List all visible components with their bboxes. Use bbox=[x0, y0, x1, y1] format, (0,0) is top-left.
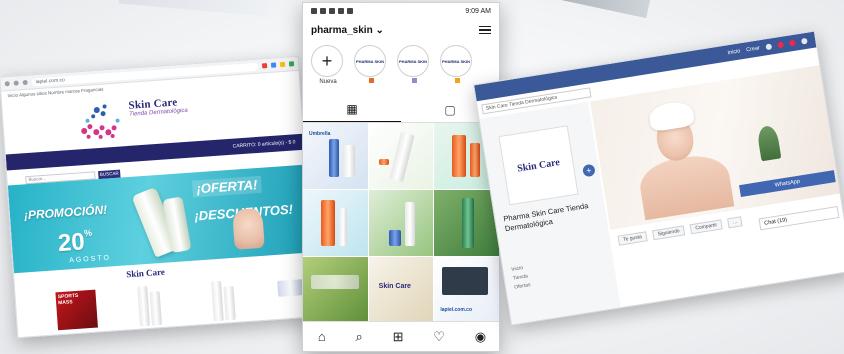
model-face-image bbox=[232, 207, 265, 250]
story-badge-icon bbox=[454, 78, 460, 83]
heart-icon[interactable]: ♡ bbox=[433, 329, 445, 345]
back-icon[interactable] bbox=[4, 81, 10, 87]
sidebar-links: Inicio Tienda Ofertas bbox=[511, 263, 531, 292]
reload-icon[interactable] bbox=[22, 79, 28, 86]
story-highlight[interactable]: PHARMA SKIN bbox=[354, 45, 388, 89]
status-bar: 9:09 AM bbox=[303, 3, 499, 19]
notification-icons bbox=[311, 8, 353, 14]
product-row: SPORTS MASS bbox=[15, 270, 317, 338]
extension-icon[interactable] bbox=[261, 63, 268, 69]
posts-grid: Umbrella Skin Care lapiel.com.co bbox=[303, 123, 499, 323]
story-badge-icon bbox=[368, 78, 374, 83]
notifications-icon[interactable] bbox=[789, 39, 796, 47]
plant-image bbox=[756, 124, 782, 162]
story-avatar: PHARMA SKIN bbox=[397, 45, 429, 77]
like-button[interactable]: Te gusta bbox=[617, 231, 648, 246]
product-card[interactable] bbox=[223, 285, 236, 321]
story-highlight[interactable]: PHARMA SKIN bbox=[397, 45, 431, 89]
add-icon[interactable]: ⊞ bbox=[393, 329, 404, 345]
post-tile[interactable] bbox=[434, 190, 499, 256]
topbar-link[interactable]: Inicio bbox=[727, 48, 741, 56]
profile-username[interactable]: pharma_skin ⌄ bbox=[311, 25, 384, 36]
product-card[interactable] bbox=[149, 291, 162, 326]
plus-icon: + bbox=[311, 45, 343, 77]
messages-icon[interactable] bbox=[777, 41, 785, 49]
more-button[interactable]: ... bbox=[727, 216, 743, 229]
extension-icon[interactable] bbox=[270, 62, 277, 68]
discount-percent: 20% bbox=[57, 227, 93, 258]
grid-tab[interactable]: ▦ bbox=[303, 97, 401, 122]
friends-icon[interactable] bbox=[765, 43, 773, 51]
profile-header: pharma_skin ⌄ bbox=[303, 19, 499, 41]
story-label: Nueva bbox=[319, 79, 337, 85]
offer-text: ¡OFERTA! bbox=[191, 175, 262, 198]
background-card-top-left bbox=[118, 0, 272, 17]
share-button[interactable]: Compartir bbox=[689, 219, 723, 235]
post-tile[interactable]: Skin Care bbox=[368, 257, 434, 323]
home-icon[interactable]: ⌂ bbox=[318, 329, 326, 344]
following-button[interactable]: Siguiendo bbox=[651, 225, 686, 241]
flower-logo-icon bbox=[81, 104, 120, 139]
page-name: Pharma Skin Care Tienda Dermatológica bbox=[502, 201, 589, 234]
help-icon[interactable] bbox=[800, 37, 808, 45]
extension-icon[interactable] bbox=[279, 61, 286, 68]
status-time: 9:09 AM bbox=[465, 7, 491, 15]
background-card-top-right bbox=[548, 0, 652, 19]
post-tile[interactable] bbox=[368, 123, 434, 189]
instagram-phone-screenshot: 9:09 AM pharma_skin ⌄ + Nueva PHARMA SKI… bbox=[302, 2, 500, 352]
tagged-icon: ▢ bbox=[444, 102, 456, 117]
sidebar-item-offers[interactable]: Ofertas bbox=[514, 281, 532, 292]
topbar-link[interactable]: Crear bbox=[746, 45, 761, 53]
model-image bbox=[636, 150, 735, 221]
profile-icon[interactable]: ◉ bbox=[475, 329, 486, 345]
brand-name-repeat: Skin Care bbox=[125, 266, 166, 280]
story-highlight[interactable]: PHARMA SKIN bbox=[440, 45, 474, 89]
extension-icon[interactable] bbox=[288, 61, 295, 67]
post-tile[interactable] bbox=[368, 190, 434, 256]
website-screenshot: lapiel.com.co Inicio Algunos sitios Nomb… bbox=[0, 55, 317, 339]
site-logo[interactable]: Skin Care Tienda Dermatológica bbox=[128, 94, 219, 117]
promo-text: ¡PROMOCIÓN! bbox=[23, 202, 108, 223]
new-highlight[interactable]: + Nueva bbox=[311, 45, 345, 89]
post-tile[interactable]: lapiel.com.co bbox=[434, 257, 499, 323]
product-card[interactable] bbox=[277, 279, 305, 297]
product-card[interactable] bbox=[137, 285, 150, 327]
post-tile[interactable]: Umbrella bbox=[303, 123, 368, 189]
story-avatar: PHARMA SKIN bbox=[440, 45, 472, 77]
forward-icon[interactable] bbox=[13, 80, 19, 86]
promo-month: AGOSTO bbox=[68, 254, 112, 265]
story-avatar: PHARMA SKIN bbox=[354, 45, 386, 77]
product-card[interactable] bbox=[211, 280, 224, 322]
post-tile[interactable] bbox=[303, 190, 368, 256]
grid-icon: ▦ bbox=[346, 102, 358, 116]
page-profile-picture[interactable]: Skin Care bbox=[498, 125, 579, 206]
cart-link[interactable]: CARRITO: 0 artículo(s) - $ 0 bbox=[232, 139, 295, 149]
facebook-page-screenshot: Inicio Crear Skin Care Tienda Dermatológ… bbox=[473, 30, 844, 326]
bottom-navigation: ⌂ ⌕ ⊞ ♡ ◉ bbox=[303, 321, 499, 351]
search-icon[interactable]: ⌕ bbox=[356, 329, 363, 345]
post-tile[interactable] bbox=[303, 257, 368, 323]
profile-tabs: ▦ ▢ bbox=[303, 97, 499, 123]
product-card[interactable]: SPORTS MASS bbox=[55, 289, 98, 331]
add-photo-icon[interactable]: + bbox=[582, 163, 596, 178]
story-highlights: + Nueva PHARMA SKIN PHARMA SKIN PHARMA S… bbox=[303, 41, 499, 93]
story-badge-icon bbox=[411, 78, 417, 83]
hamburger-menu-icon[interactable] bbox=[479, 24, 491, 37]
